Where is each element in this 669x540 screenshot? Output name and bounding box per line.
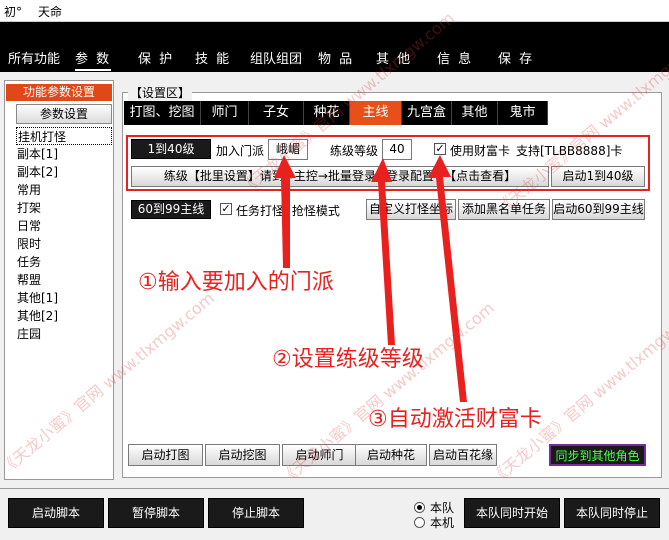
window-title: 天命 (38, 5, 63, 19)
wealth-card-label: 使用财富卡 (450, 144, 511, 158)
subtab-ghost-market[interactable]: 鬼市 (498, 101, 548, 125)
param-settings-button[interactable]: 参数设置 (16, 104, 112, 124)
team-stop-button[interactable]: 本队同时停止 (564, 498, 660, 528)
start-1-40-button[interactable]: 启动1到40级 (551, 166, 645, 187)
wealth-card-checkbox[interactable]: ✓ (434, 143, 446, 155)
card-support-label: 支持[TLBB8888]卡 (516, 144, 623, 158)
tab-skills[interactable]: 技 能 (195, 48, 231, 67)
subtab-other[interactable]: 其他 (452, 101, 498, 125)
subtab-ninebox[interactable]: 九宫盒 (402, 101, 452, 125)
annotation-1: ①输入要加入的门派 (138, 270, 334, 295)
title-bar: 初° 天命 (0, 0, 669, 22)
left-panel-header: 功能参数设置 (6, 84, 112, 101)
tab-save[interactable]: 保 存 (498, 48, 534, 67)
subtab-flowers[interactable]: 种花 (304, 101, 350, 125)
tab-items[interactable]: 物 品 (318, 48, 354, 67)
tab-all-functions[interactable]: 所有功能 (8, 48, 60, 67)
list-item[interactable]: 打架 (16, 199, 112, 217)
machine-radio-label: 本机 (430, 516, 455, 530)
list-item[interactable]: 日常 (16, 217, 112, 235)
blacklist-task-button[interactable]: 添加黑名单任务 (458, 199, 550, 220)
list-item[interactable]: 限时 (16, 235, 112, 253)
grab-mode-checkbox[interactable]: ✓ (220, 203, 232, 215)
level-1-40-badge: 1到40级 (131, 139, 211, 159)
grab-mode-label: 任务打怪: 抢怪模式 (236, 204, 340, 218)
level-input[interactable]: 40 (382, 139, 412, 160)
start-map-button[interactable]: 启动打图 (128, 444, 203, 466)
custom-coords-button[interactable]: 自定义打怪坐标 (366, 199, 456, 220)
tab-info[interactable]: 信 息 (437, 48, 473, 67)
subtab-maps[interactable]: 打图、挖图 (124, 101, 201, 125)
list-item[interactable]: 帮盟 (16, 271, 112, 289)
sect-input[interactable]: 峨嵋 (268, 139, 308, 160)
list-item[interactable]: 庄园 (16, 325, 112, 343)
level-60-99-badge: 60到99主线 (131, 200, 211, 219)
subtab-children[interactable]: 子女 (249, 101, 304, 125)
top-nav: 所有功能 参 数 保 护 技 能 组队组团 物 品 其 他 信 息 保 存 (0, 22, 669, 72)
machine-radio[interactable] (414, 517, 425, 528)
list-item[interactable]: 其他[2] (16, 307, 112, 325)
start-script-button[interactable]: 启动脚本 (8, 498, 104, 528)
start-sect-button[interactable]: 启动师门 (282, 444, 357, 466)
tab-params[interactable]: 参 数 (75, 48, 112, 71)
list-item[interactable]: 挂机打怪 (16, 127, 112, 145)
pause-script-button[interactable]: 暂停脚本 (108, 498, 204, 528)
title-prefix: 初° (4, 5, 23, 19)
start-dig-button[interactable]: 启动挖图 (205, 444, 280, 466)
team-start-button[interactable]: 本队同时开始 (464, 498, 560, 528)
left-panel-list: 挂机打怪 副本[1] 副本[2] 常用 打架 日常 限时 任务 帮盟 其他[1]… (16, 127, 112, 343)
sync-roles-button[interactable]: 同步到其他角色 (549, 444, 646, 466)
list-item[interactable]: 常用 (16, 181, 112, 199)
start-flower-button[interactable]: 启动种花 (355, 444, 427, 466)
list-item[interactable]: 副本[1] (16, 145, 112, 163)
stop-script-button[interactable]: 停止脚本 (208, 498, 304, 528)
join-sect-label: 加入门派 (216, 144, 265, 158)
subtab-mainline[interactable]: 主线 (350, 101, 402, 125)
list-item[interactable]: 其他[1] (16, 289, 112, 307)
batch-settings-info-button[interactable]: 练级【批里设置】请到→主控→批量登录→登录配置→【点击查看】 (131, 166, 549, 187)
start-60-99-button[interactable]: 启动60到99主线 (552, 199, 645, 220)
list-item[interactable]: 任务 (16, 253, 112, 271)
team-radio[interactable] (414, 502, 425, 513)
level-label: 练级等级 (330, 144, 379, 158)
list-item[interactable]: 副本[2] (16, 163, 112, 181)
settings-label: 【设置区】 (128, 84, 193, 101)
start-hundred-flowers-button[interactable]: 启动百花缘 (429, 444, 497, 466)
annotation-2: ②设置练级等级 (272, 347, 424, 372)
annotation-3: ③自动激活财富卡 (368, 407, 542, 432)
tab-other[interactable]: 其 他 (376, 48, 412, 67)
tab-protect[interactable]: 保 护 (138, 48, 174, 67)
tab-team[interactable]: 组队组团 (250, 48, 302, 67)
subtab-sect[interactable]: 师门 (201, 101, 249, 125)
